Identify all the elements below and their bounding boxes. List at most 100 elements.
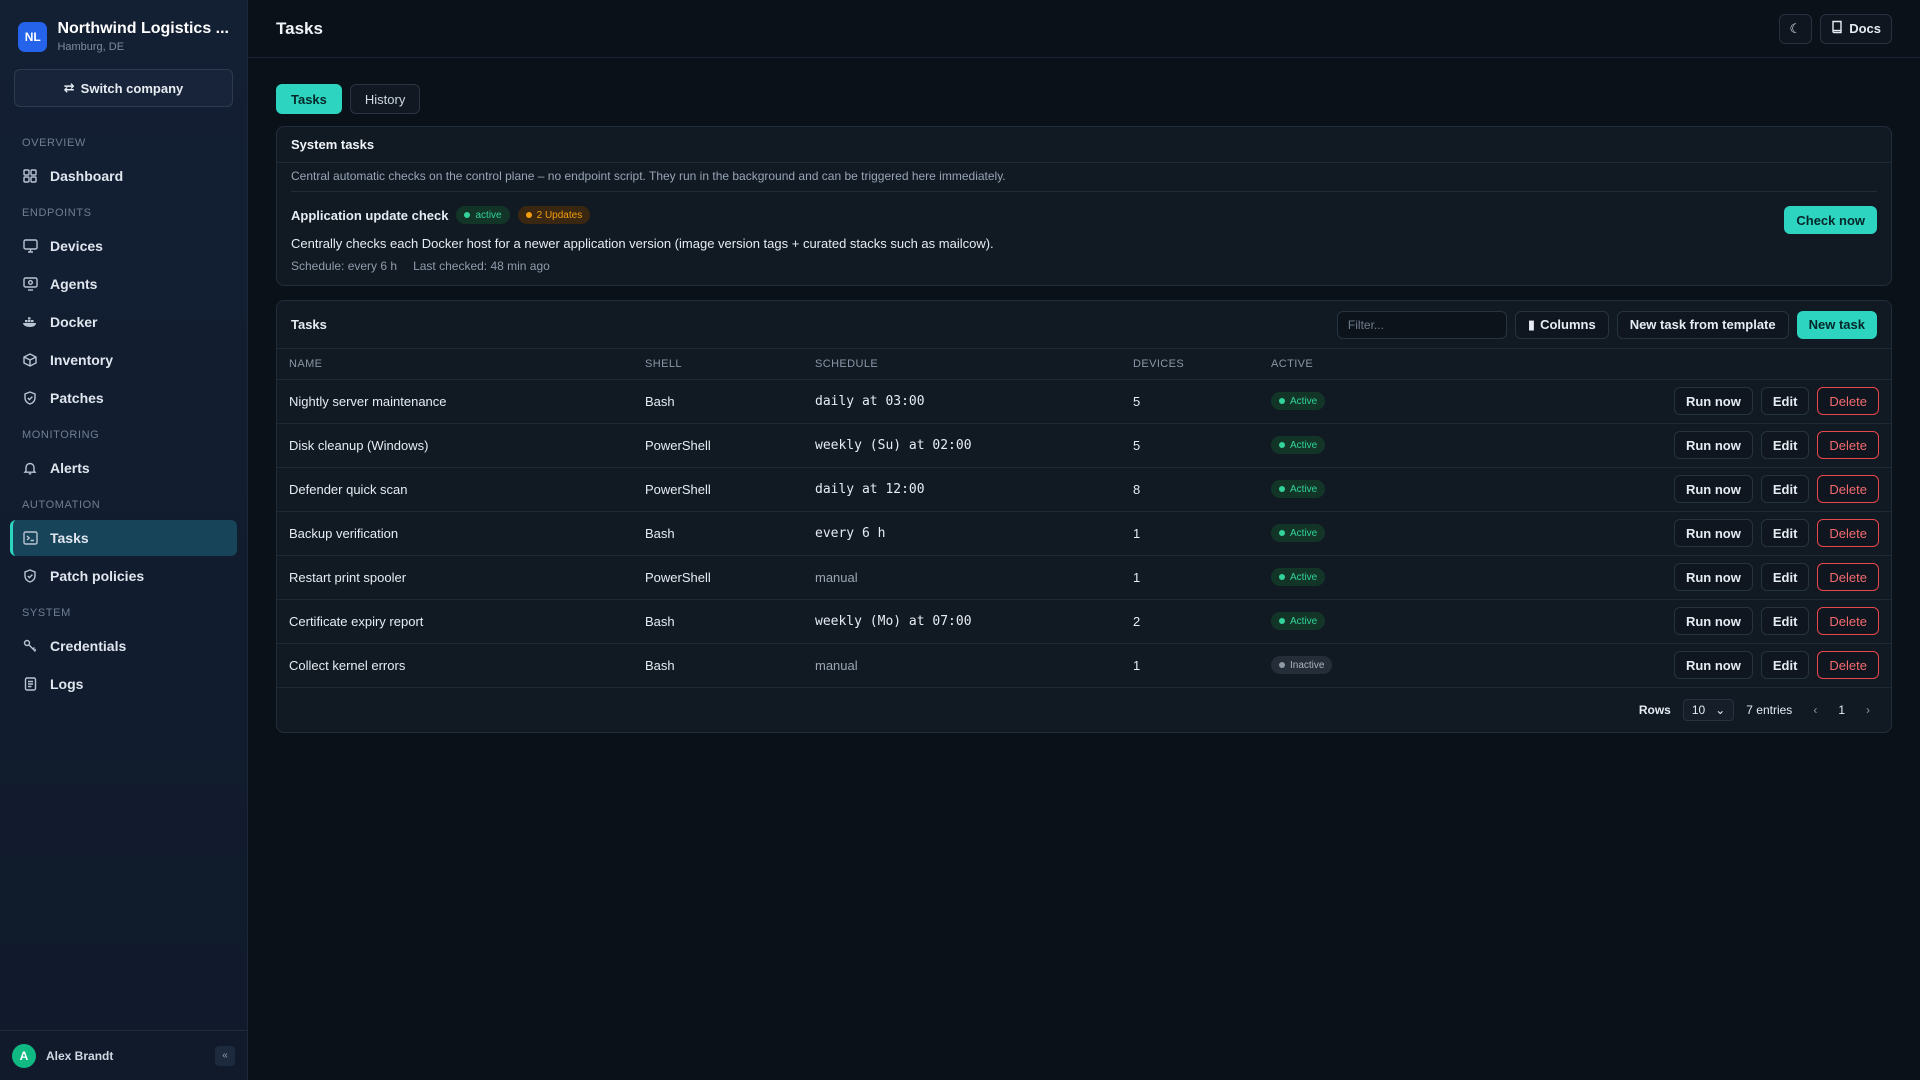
task-devices: 1 xyxy=(1121,511,1259,556)
status-badge: Active xyxy=(1271,392,1326,410)
delete-button[interactable]: Delete xyxy=(1817,387,1879,415)
user-name: Alex Brandt xyxy=(46,1048,114,1063)
columns-button[interactable]: ▮ Columns xyxy=(1514,310,1609,339)
sidebar-item-docker[interactable]: Docker xyxy=(10,304,237,340)
run-now-button[interactable]: Run now xyxy=(1673,431,1753,459)
task-shell: PowerShell xyxy=(633,467,803,512)
table-row: Certificate expiry report Bash weekly (Mo)… xyxy=(277,599,1891,644)
sidebar-item-tasks[interactable]: Tasks xyxy=(10,520,237,556)
avatar[interactable]: A xyxy=(12,1043,36,1068)
rows-per-page-select[interactable]: 10 ⌄ xyxy=(1682,698,1735,721)
collapse-sidebar-button[interactable]: « xyxy=(215,1045,235,1066)
sidebar-item-label: Dashboard xyxy=(50,168,124,184)
filter-input[interactable] xyxy=(1336,310,1507,339)
task-name: Disk cleanup (Windows) xyxy=(277,423,633,468)
table-row: Backup verification Bash every 6 h 1 Active R… xyxy=(277,511,1891,556)
task-schedule: daily at 12:00 xyxy=(803,467,1121,512)
sidebar-item-alerts[interactable]: Alerts xyxy=(10,450,237,486)
sidebar-item-label: Patch policies xyxy=(50,568,145,584)
task-name: Collect kernel errors xyxy=(277,643,633,688)
docs-label: Docs xyxy=(1849,21,1881,36)
company-name: Northwind Logistics ... xyxy=(57,20,229,37)
run-now-button[interactable]: Run now xyxy=(1673,519,1753,547)
bell-icon xyxy=(22,460,38,476)
status-dot-icon xyxy=(1279,530,1285,536)
status-badge: Active xyxy=(1271,436,1326,454)
column-header-active[interactable]: ACTIVE xyxy=(1259,349,1419,380)
system-task-last-checked: Last checked: 48 min ago xyxy=(413,259,550,273)
edit-button[interactable]: Edit xyxy=(1760,651,1810,679)
task-devices: 1 xyxy=(1121,643,1259,688)
pagination: Rows 10 ⌄ 7 entries ‹ 1 › xyxy=(277,688,1891,732)
status-dot-icon xyxy=(1279,618,1285,624)
terminal-icon xyxy=(22,530,38,546)
run-now-button[interactable]: Run now xyxy=(1673,607,1753,635)
system-tasks-title: System tasks xyxy=(277,127,1891,163)
run-now-button[interactable]: Run now xyxy=(1673,563,1753,591)
status-dot-icon xyxy=(1279,574,1285,580)
task-name: Backup verification xyxy=(277,511,633,556)
delete-button[interactable]: Delete xyxy=(1817,563,1879,591)
run-now-button[interactable]: Run now xyxy=(1673,651,1753,679)
sidebar-item-logs[interactable]: Logs xyxy=(10,666,237,702)
edit-button[interactable]: Edit xyxy=(1760,563,1810,591)
delete-button[interactable]: Delete xyxy=(1817,651,1879,679)
task-devices: 2 xyxy=(1121,599,1259,644)
task-devices: 5 xyxy=(1121,423,1259,468)
swap-icon: ⇄ xyxy=(63,80,75,95)
edit-button[interactable]: Edit xyxy=(1760,519,1810,547)
edit-button[interactable]: Edit xyxy=(1760,475,1810,503)
main: Tasks ☾ Docs Tasks History System tasks … xyxy=(248,0,1920,1080)
status-dot-icon xyxy=(1279,486,1285,492)
delete-button[interactable]: Delete xyxy=(1817,607,1879,635)
new-task-button[interactable]: New task xyxy=(1796,310,1877,339)
status-badge: Active xyxy=(1271,524,1326,542)
current-page[interactable]: 1 xyxy=(1838,703,1845,717)
rows-label: Rows xyxy=(1638,702,1671,717)
sidebar-item-agents[interactable]: Agents xyxy=(10,266,237,302)
edit-button[interactable]: Edit xyxy=(1760,431,1810,459)
run-now-button[interactable]: Run now xyxy=(1673,475,1753,503)
column-header-name[interactable]: NAME xyxy=(277,349,633,380)
sidebar-item-credentials[interactable]: Credentials xyxy=(10,628,237,664)
sidebar-item-dashboard[interactable]: Dashboard xyxy=(10,158,237,194)
column-header-schedule[interactable]: SCHEDULE xyxy=(803,349,1121,380)
new-task-from-template-button[interactable]: New task from template xyxy=(1616,310,1789,339)
tab-tasks[interactable]: Tasks xyxy=(276,84,342,114)
sidebar-item-label: Docker xyxy=(50,314,98,330)
switch-company-button[interactable]: ⇄ Switch company xyxy=(14,69,233,107)
docker-icon xyxy=(22,314,38,330)
tab-history[interactable]: History xyxy=(349,84,421,114)
grid-icon xyxy=(22,168,38,184)
sidebar-item-patch-policies[interactable]: Patch policies xyxy=(10,558,237,594)
sidebar-item-label: Agents xyxy=(50,276,98,292)
task-shell: Bash xyxy=(633,599,803,644)
nav-section-overview: OVERVIEW xyxy=(22,137,86,149)
column-header-devices[interactable]: DEVICES xyxy=(1121,349,1259,380)
edit-button[interactable]: Edit xyxy=(1760,607,1810,635)
table-row: Defender quick scan PowerShell daily at 12… xyxy=(277,467,1891,512)
delete-button[interactable]: Delete xyxy=(1817,431,1879,459)
next-page-button[interactable]: › xyxy=(1857,699,1879,721)
docs-button[interactable]: Docs xyxy=(1820,13,1892,44)
sidebar-item-patches[interactable]: Patches xyxy=(10,380,237,416)
company-header[interactable]: NL Northwind Logistics ... Hamburg, DE xyxy=(0,0,247,65)
delete-button[interactable]: Delete xyxy=(1817,475,1879,503)
prev-page-button[interactable]: ‹ xyxy=(1804,699,1826,721)
task-schedule: daily at 03:00 xyxy=(803,379,1121,424)
delete-button[interactable]: Delete xyxy=(1817,519,1879,547)
task-shell: Bash xyxy=(633,379,803,424)
edit-button[interactable]: Edit xyxy=(1760,387,1810,415)
column-header-shell[interactable]: SHELL xyxy=(633,349,803,380)
run-now-button[interactable]: Run now xyxy=(1673,387,1753,415)
theme-toggle-button[interactable]: ☾ xyxy=(1778,13,1813,44)
check-now-button[interactable]: Check now xyxy=(1784,206,1877,234)
chevron-down-icon: ⌄ xyxy=(1715,702,1726,717)
sidebar-item-inventory[interactable]: Inventory xyxy=(10,342,237,378)
sidebar-item-label: Inventory xyxy=(50,352,114,368)
status-dot-icon xyxy=(464,212,471,218)
status-dot-icon xyxy=(1279,398,1285,404)
company-logo: NL xyxy=(18,21,48,52)
sidebar-item-devices[interactable]: Devices xyxy=(10,228,237,264)
sidebar-item-label: Patches xyxy=(50,390,104,406)
